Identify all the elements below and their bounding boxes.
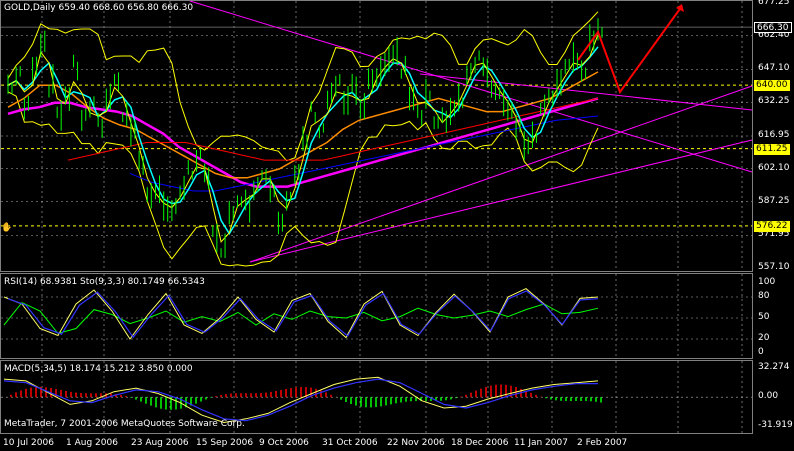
macd-tick-label: -31.919	[758, 420, 793, 430]
time-tick-label: 15 Sep 2006	[196, 438, 254, 448]
price-bars	[7, 18, 603, 258]
macd-tick-label: 0.00	[758, 391, 779, 402]
macd-main-line	[3, 376, 599, 424]
time-tick-label: 2 Feb 2007	[577, 438, 628, 448]
rsi-tick-label: 80	[758, 291, 770, 301]
time-tick-label: 18 Dec 2006	[451, 438, 509, 448]
trend-lines	[189, 0, 753, 263]
rsi-panel-title: RSI(14) 68.9381 Sto(9,3,3) 80.1749 66.53…	[4, 277, 205, 287]
time-tick-label: 23 Aug 2006	[131, 438, 189, 448]
trend-line	[249, 85, 753, 263]
time-tick-label: 9 Oct 2006	[259, 438, 309, 448]
level-price-box: 640.00	[754, 80, 790, 92]
rsi-tick-label: 50	[758, 312, 770, 322]
price-tick-label: 677.25	[758, 0, 790, 7]
symbol-info: GOLD,Daily 659.40 668.60 656.80 666.30	[4, 3, 193, 14]
current-price-box: 666.30	[754, 22, 792, 34]
trading-chart-canvas[interactable]	[0, 0, 794, 451]
time-tick-label: 1 Aug 2006	[66, 438, 118, 448]
macd-tick-label: 32.274	[758, 362, 790, 372]
ma-orange-line	[7, 71, 599, 179]
stochastic-main-line	[3, 288, 599, 340]
price-tick-label: 587.25	[758, 195, 790, 206]
rsi-stochastic-lines	[3, 288, 599, 340]
forecast-arrowhead	[676, 4, 684, 12]
price-tick-label: 602.10	[758, 162, 790, 173]
time-tick-label: 22 Nov 2006	[387, 438, 445, 448]
time-tick-label: 10 Jul 2006	[3, 438, 54, 448]
time-tick-label: 31 Oct 2006	[322, 438, 378, 448]
level-price-box: 611.25	[754, 143, 790, 155]
macd-panel-title: MACD(5,34,5) 18.174 15.212 3.850 0.000	[4, 364, 193, 374]
symbol-title: GOLD,Daily	[4, 3, 56, 13]
price-tick-label: 616.95	[758, 129, 790, 140]
rsi-tick-label: 0	[758, 347, 764, 357]
level-price-box: 576.22	[754, 220, 790, 232]
hand-cursor-icon: ✋	[1, 223, 13, 233]
ohlc-values: 659.40 668.60 656.80 666.30	[58, 3, 194, 13]
price-tick-label: 632.25	[758, 96, 790, 107]
price-tick-label: 647.10	[758, 63, 790, 74]
price-tick-label: 557.10	[758, 262, 790, 272]
copyright-text: MetaTrader, 7 2001-2006 MetaQuotes Softw…	[4, 419, 245, 429]
macd-histogram-lines	[3, 376, 602, 424]
time-tick-label: 11 Jan 2007	[514, 438, 568, 448]
rsi-tick-label: 20	[758, 333, 770, 343]
rsi-tick-label: 100	[758, 277, 776, 287]
